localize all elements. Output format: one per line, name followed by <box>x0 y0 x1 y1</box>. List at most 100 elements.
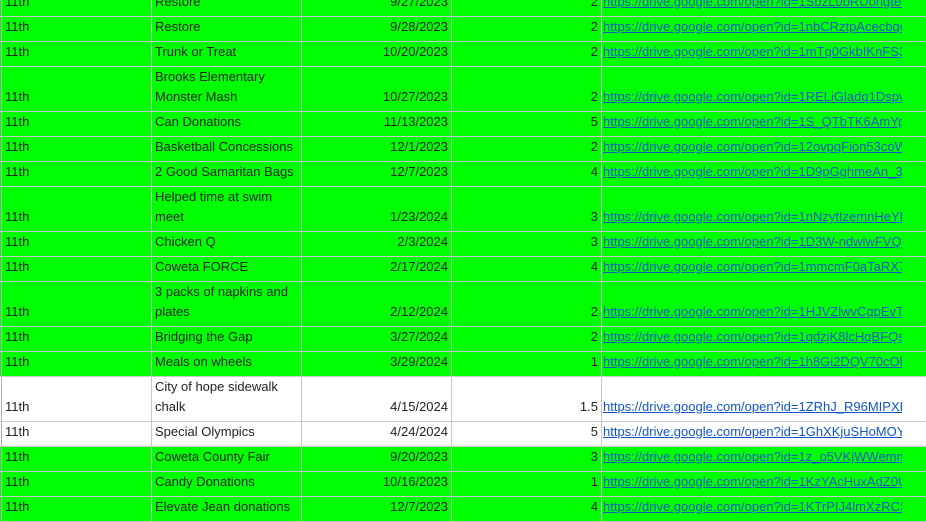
date-cell[interactable]: 10/16/2023 <box>302 472 452 496</box>
drive-link[interactable]: https://drive.google.com/open?id=1D3W-nd… <box>603 232 902 252</box>
grade-cell[interactable]: 11th <box>2 472 152 496</box>
link-cell[interactable]: https://drive.google.com/open?id=1HJVZlw… <box>602 282 902 326</box>
grade-cell[interactable]: 11th <box>2 422 152 446</box>
drive-link[interactable]: https://drive.google.com/open?id=1SbzL0b… <box>603 0 902 12</box>
date-cell[interactable]: 12/7/2023 <box>302 497 452 521</box>
link-cell[interactable]: https://drive.google.com/open?id=1nbCRzt… <box>602 17 902 41</box>
drive-link[interactable]: https://drive.google.com/open?id=1KzYAcH… <box>603 472 902 492</box>
hours-cell[interactable]: 4 <box>452 162 602 186</box>
date-cell[interactable]: 2/3/2024 <box>302 232 452 256</box>
activity-cell[interactable]: Can Donations <box>152 112 302 136</box>
link-cell[interactable]: https://drive.google.com/open?id=1D9pGgh… <box>602 162 902 186</box>
activity-cell[interactable]: Elevate Jean donations <box>152 497 302 521</box>
activity-cell[interactable]: Meals on wheels <box>152 352 302 376</box>
date-cell[interactable]: 4/15/2024 <box>302 377 452 421</box>
activity-cell[interactable]: Chicken Q <box>152 232 302 256</box>
hours-cell[interactable]: 3 <box>452 447 602 471</box>
activity-cell[interactable]: 2 Good Samaritan Bags <box>152 162 302 186</box>
hours-cell[interactable]: 4 <box>452 257 602 281</box>
hours-cell[interactable]: 2 <box>452 0 602 16</box>
link-cell[interactable]: https://drive.google.com/open?id=1S_QTbT… <box>602 112 902 136</box>
hours-cell[interactable]: 5 <box>452 422 602 446</box>
activity-cell[interactable]: Bridging the Gap <box>152 327 302 351</box>
drive-link[interactable]: https://drive.google.com/open?id=1z_o5VK… <box>603 447 902 467</box>
link-cell[interactable]: https://drive.google.com/open?id=1GhXKju… <box>602 422 902 446</box>
drive-link[interactable]: https://drive.google.com/open?id=1nbCRzt… <box>603 17 902 37</box>
activity-cell[interactable]: Restore <box>152 17 302 41</box>
date-cell[interactable]: 10/27/2023 <box>302 67 452 111</box>
activity-cell[interactable]: City of hope sidewalk chalk <box>152 377 302 421</box>
link-cell[interactable]: https://drive.google.com/open?id=1h8Gi2D… <box>602 352 902 376</box>
drive-link[interactable]: https://drive.google.com/open?id=1ZRhJ_R… <box>603 397 902 417</box>
drive-link[interactable]: https://drive.google.com/open?id=1S_QTbT… <box>603 112 902 132</box>
date-cell[interactable]: 11/13/2023 <box>302 112 452 136</box>
date-cell[interactable]: 9/27/2023 <box>302 0 452 16</box>
grade-cell[interactable]: 11th <box>2 257 152 281</box>
drive-link[interactable]: https://drive.google.com/open?id=1h8Gi2D… <box>603 352 902 372</box>
drive-link[interactable]: https://drive.google.com/open?id=1mmcmF0… <box>603 257 902 277</box>
activity-cell[interactable]: Special Olympics <box>152 422 302 446</box>
hours-cell[interactable]: 3 <box>452 232 602 256</box>
hours-cell[interactable]: 4 <box>452 497 602 521</box>
link-cell[interactable]: https://drive.google.com/open?id=1mTq0Gk… <box>602 42 902 66</box>
link-cell[interactable]: https://drive.google.com/open?id=1mmcmF0… <box>602 257 902 281</box>
date-cell[interactable]: 12/1/2023 <box>302 137 452 161</box>
activity-cell[interactable]: 3 packs of napkins and plates <box>152 282 302 326</box>
hours-cell[interactable]: 2 <box>452 67 602 111</box>
drive-link[interactable]: https://drive.google.com/open?id=1nNzytI… <box>603 207 902 227</box>
grade-cell[interactable]: 11th <box>2 42 152 66</box>
date-cell[interactable]: 2/17/2024 <box>302 257 452 281</box>
drive-link[interactable]: https://drive.google.com/open?id=1mTq0Gk… <box>603 42 902 62</box>
grade-cell[interactable]: 11th <box>2 112 152 136</box>
grade-cell[interactable]: 11th <box>2 447 152 471</box>
grade-cell[interactable]: 11th <box>2 232 152 256</box>
drive-link[interactable]: https://drive.google.com/open?id=1HJVZlw… <box>603 302 902 322</box>
grade-cell[interactable]: 11th <box>2 187 152 231</box>
grade-cell[interactable]: 11th <box>2 162 152 186</box>
date-cell[interactable]: 9/20/2023 <box>302 447 452 471</box>
grade-cell[interactable]: 11th <box>2 67 152 111</box>
grade-cell[interactable]: 11th <box>2 282 152 326</box>
date-cell[interactable]: 1/23/2024 <box>302 187 452 231</box>
hours-cell[interactable]: 2 <box>452 17 602 41</box>
activity-cell[interactable]: Coweta County Fair <box>152 447 302 471</box>
drive-link[interactable]: https://drive.google.com/open?id=1GhXKju… <box>603 422 902 442</box>
link-cell[interactable]: https://drive.google.com/open?id=1nNzytI… <box>602 187 902 231</box>
drive-link[interactable]: https://drive.google.com/open?id=1D9pGgh… <box>603 162 902 182</box>
drive-link[interactable]: https://drive.google.com/open?id=12ovpqF… <box>603 137 902 157</box>
drive-link[interactable]: https://drive.google.com/open?id=1KTrPIJ… <box>603 497 902 517</box>
hours-cell[interactable]: 3 <box>452 187 602 231</box>
hours-cell[interactable]: 2 <box>452 137 602 161</box>
hours-cell[interactable]: 1 <box>452 472 602 496</box>
activity-cell[interactable]: Basketball Concessions <box>152 137 302 161</box>
activity-cell[interactable]: Trunk or Treat <box>152 42 302 66</box>
drive-link[interactable]: https://drive.google.com/open?id=1RELiGl… <box>603 87 902 107</box>
link-cell[interactable]: https://drive.google.com/open?id=12ovpqF… <box>602 137 902 161</box>
link-cell[interactable]: https://drive.google.com/open?id=1ZRhJ_R… <box>602 377 902 421</box>
hours-cell[interactable]: 1.5 <box>452 377 602 421</box>
hours-cell[interactable]: 2 <box>452 327 602 351</box>
link-cell[interactable]: https://drive.google.com/open?id=1RELiGl… <box>602 67 902 111</box>
hours-cell[interactable]: 2 <box>452 42 602 66</box>
hours-cell[interactable]: 2 <box>452 282 602 326</box>
link-cell[interactable]: https://drive.google.com/open?id=1KTrPIJ… <box>602 497 902 521</box>
date-cell[interactable]: 12/7/2023 <box>302 162 452 186</box>
grade-cell[interactable]: 11th <box>2 497 152 521</box>
link-cell[interactable]: https://drive.google.com/open?id=1SbzL0b… <box>602 0 902 16</box>
drive-link[interactable]: https://drive.google.com/open?id=1qdzjK8… <box>603 327 902 347</box>
activity-cell[interactable]: Helped time at swim meet <box>152 187 302 231</box>
grade-cell[interactable]: 11th <box>2 377 152 421</box>
hours-cell[interactable]: 5 <box>452 112 602 136</box>
activity-cell[interactable]: Brooks Elementary Monster Mash <box>152 67 302 111</box>
date-cell[interactable]: 9/28/2023 <box>302 17 452 41</box>
date-cell[interactable]: 3/29/2024 <box>302 352 452 376</box>
link-cell[interactable]: https://drive.google.com/open?id=1qdzjK8… <box>602 327 902 351</box>
activity-cell[interactable]: Coweta FORCE <box>152 257 302 281</box>
link-cell[interactable]: https://drive.google.com/open?id=1KzYAcH… <box>602 472 902 496</box>
date-cell[interactable]: 10/20/2023 <box>302 42 452 66</box>
date-cell[interactable]: 2/12/2024 <box>302 282 452 326</box>
activity-cell[interactable]: Restore <box>152 0 302 16</box>
hours-cell[interactable]: 1 <box>452 352 602 376</box>
grade-cell[interactable]: 11th <box>2 0 152 16</box>
grade-cell[interactable]: 11th <box>2 17 152 41</box>
